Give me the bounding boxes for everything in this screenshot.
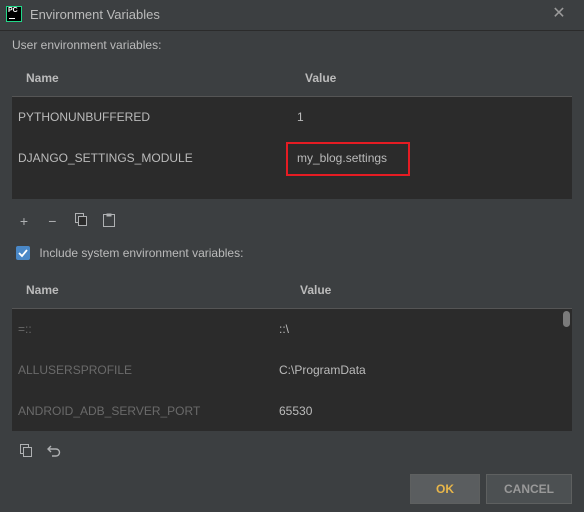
copy-icon[interactable] — [73, 213, 89, 229]
undo-icon[interactable] — [46, 444, 62, 460]
table-row[interactable]: =:: ::\ — [12, 309, 572, 350]
variable-value[interactable]: my_blog.settings — [297, 151, 387, 165]
user-name-column-header[interactable]: Name — [26, 71, 59, 85]
variable-name[interactable]: =:: — [18, 322, 32, 336]
include-system-variables-label[interactable]: Include system environment variables: — [39, 246, 243, 260]
variable-name[interactable]: ANDROID_ADB_SERVER_PORT — [18, 404, 200, 418]
variable-value[interactable]: C:\ProgramData — [279, 363, 366, 377]
include-system-variables-checkbox[interactable]: Include system environment variables: — [16, 245, 243, 263]
checkbox-checked-icon[interactable] — [16, 245, 30, 260]
window-title: Environment Variables — [30, 7, 160, 22]
system-name-column-header[interactable]: Name — [26, 283, 59, 297]
table-row[interactable]: ANDROID_ADB_SERVER_PORT 65530 — [12, 391, 572, 432]
close-icon[interactable]: ✕ — [550, 5, 568, 23]
user-variables-toolbar: + − — [16, 213, 126, 231]
user-variables-label: User environment variables: — [12, 38, 162, 52]
cancel-button[interactable]: CANCEL — [486, 474, 572, 504]
system-table-header: Name Value — [12, 271, 572, 309]
variable-name[interactable]: DJANGO_SETTINGS_MODULE — [18, 151, 193, 165]
variable-name[interactable]: ALLUSERSPROFILE — [18, 363, 132, 377]
paste-icon[interactable] — [101, 213, 117, 229]
system-variables-table: Name Value =:: ::\ ALLUSERSPROFILE C:\Pr… — [12, 271, 572, 431]
copy-icon[interactable] — [18, 444, 34, 460]
system-value-column-header[interactable]: Value — [300, 283, 331, 297]
ok-button[interactable]: OK — [410, 474, 480, 504]
table-row[interactable]: ALLUSERSPROFILE C:\ProgramData — [12, 350, 572, 391]
pycharm-app-icon: PC — [6, 6, 22, 22]
variable-name[interactable]: PYTHONUNBUFFERED — [18, 110, 150, 124]
user-variables-table: Name Value PYTHONUNBUFFERED 1 DJANGO_SET… — [12, 59, 572, 199]
table-row[interactable]: DJANGO_SETTINGS_MODULE my_blog.settings — [12, 138, 572, 179]
add-icon[interactable]: + — [16, 213, 32, 229]
system-variables-toolbar — [18, 444, 71, 462]
remove-icon[interactable]: − — [44, 213, 60, 229]
variable-value[interactable]: 65530 — [279, 404, 312, 418]
variable-value[interactable]: ::\ — [279, 322, 289, 336]
user-value-column-header[interactable]: Value — [305, 71, 336, 85]
scrollbar-thumb[interactable] — [563, 311, 570, 327]
table-row[interactable]: PYTHONUNBUFFERED 1 — [12, 97, 572, 138]
title-bar: PC Environment Variables ✕ — [0, 0, 584, 31]
app-icon-text: PC — [8, 7, 18, 14]
variable-value[interactable]: 1 — [297, 110, 304, 124]
user-table-header: Name Value — [12, 59, 572, 97]
